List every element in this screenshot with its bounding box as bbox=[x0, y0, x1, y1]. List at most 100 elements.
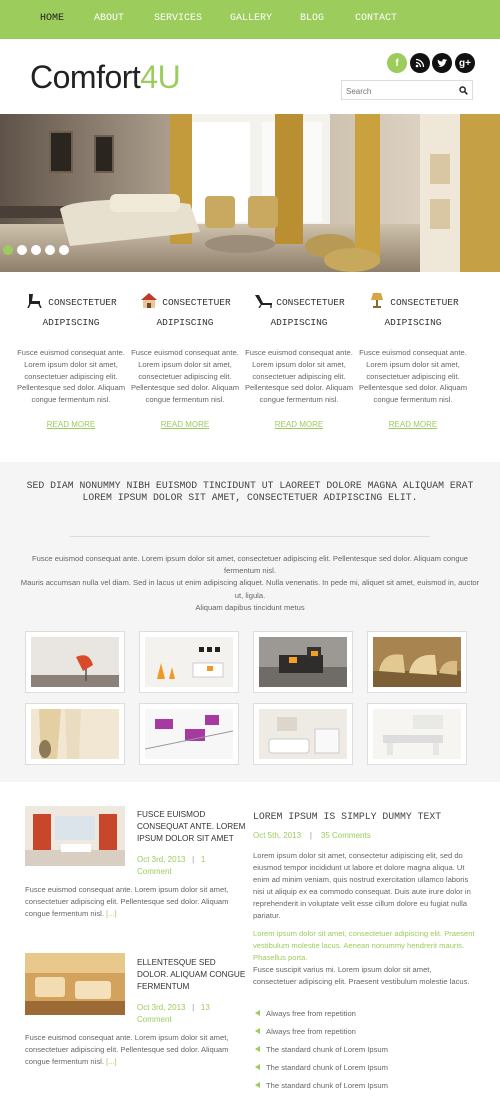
post-more-link[interactable]: [...] bbox=[106, 909, 117, 918]
slider-dot-4[interactable] bbox=[45, 245, 55, 255]
post-excerpt: Fusce euismod consequat ante. Lorem ipsu… bbox=[25, 1032, 247, 1068]
rss-icon[interactable] bbox=[410, 53, 430, 73]
post-thumbnail[interactable] bbox=[25, 806, 125, 866]
intro-line: Mauris accumsan nulla vel diam. Sed in l… bbox=[20, 578, 480, 600]
read-more-link[interactable]: READ MORE bbox=[47, 420, 95, 429]
list-item: The standard chunk of Lorem Ipsum bbox=[255, 1063, 388, 1072]
nav-services[interactable]: SERVICES bbox=[154, 13, 202, 24]
feature-title-line2: ADIPISCING bbox=[156, 317, 214, 328]
search-icon[interactable] bbox=[459, 86, 468, 95]
hero-image bbox=[0, 114, 500, 272]
post-more-link[interactable]: [...] bbox=[106, 1057, 117, 1066]
nav-blog[interactable]: BLOG bbox=[300, 13, 324, 24]
search-input[interactable] bbox=[342, 82, 460, 101]
meta-separator: | bbox=[309, 831, 312, 840]
logo[interactable]: Comfort4U bbox=[30, 57, 181, 97]
post-comments-link[interactable]: Comment bbox=[137, 867, 172, 876]
gallery-thumb[interactable] bbox=[25, 631, 125, 693]
features-section: CONSECTETUER ADIPISCING Fusce euismod con… bbox=[0, 272, 500, 462]
gallery-thumb[interactable] bbox=[25, 703, 125, 765]
list-item: Always free from repetition bbox=[255, 1009, 356, 1018]
article-highlight: Lorem ipsum dolor sit amet, consectetuer… bbox=[253, 929, 475, 962]
post-meta: Oct 3rd, 2013 | 1 Comment bbox=[137, 854, 249, 878]
facebook-icon[interactable]: f bbox=[387, 53, 407, 73]
gallery-image bbox=[31, 709, 119, 759]
meta-separator: | bbox=[192, 855, 195, 864]
feature-1: CONSECTETUER ADIPISCING Fusce euismod con… bbox=[14, 272, 128, 432]
feature-title-line2: ADIPISCING bbox=[384, 317, 442, 328]
feature-title-line2: ADIPISCING bbox=[270, 317, 328, 328]
feature-4: CONSECTETUER ADIPISCING Fusce euismod con… bbox=[356, 272, 470, 432]
gallery-image bbox=[259, 709, 347, 759]
list-item: The standard chunk of Lorem Ipsum bbox=[255, 1045, 388, 1054]
feature-title: CONSECTETUER ADIPISCING bbox=[242, 292, 356, 333]
intro-line: Aliquam dapibus tincidunt metus bbox=[195, 602, 305, 612]
read-more-link[interactable]: READ MORE bbox=[275, 420, 323, 429]
post-comments-link[interactable]: Comment bbox=[137, 1015, 172, 1024]
post-title[interactable]: FUSCE EUISMOD CONSEQUAT ANTE. LOREM IPSU… bbox=[137, 809, 249, 845]
post-excerpt-text: Fusce euismod consequat ante. Lorem ipsu… bbox=[25, 885, 229, 918]
post-title[interactable]: ELLENTESQUE SED DOLOR. ALIQUAM CONGUE FE… bbox=[137, 957, 249, 993]
slider-dot-1[interactable] bbox=[3, 245, 13, 255]
gallery-image bbox=[31, 637, 119, 687]
nav-gallery[interactable]: GALLERY bbox=[230, 13, 272, 24]
intro-line: Fusce euismod consequat ante. Lorem ipsu… bbox=[31, 554, 469, 576]
post-comments-count[interactable]: 13 bbox=[201, 1003, 210, 1012]
nav-contact[interactable]: CONTACT bbox=[355, 13, 397, 24]
feature-text: Fusce euismod consequat ante. Lorem ipsu… bbox=[130, 348, 240, 405]
post-thumbnail[interactable] bbox=[25, 953, 125, 1015]
feature-title-line1: CONSECTETUER bbox=[48, 297, 117, 308]
logo-accent: 4U bbox=[140, 59, 181, 95]
header: Comfort4U f g+ bbox=[0, 39, 500, 114]
post-date: Oct 3rd, 2013 bbox=[137, 855, 186, 864]
twitter-glyph bbox=[437, 58, 447, 67]
gallery-thumb[interactable] bbox=[139, 703, 239, 765]
gallery-thumb[interactable] bbox=[253, 631, 353, 693]
feature-3: CONSECTETUER ADIPISCING Fusce euismod con… bbox=[242, 272, 356, 432]
article-paragraph: Lorem ipsum dolor sit amet, consectetur … bbox=[253, 851, 471, 920]
read-more-link[interactable]: READ MORE bbox=[161, 420, 209, 429]
feature-title-line1: CONSECTETUER bbox=[390, 297, 459, 308]
slider-dot-5[interactable] bbox=[59, 245, 69, 255]
feature-title-line1: CONSECTETUER bbox=[276, 297, 345, 308]
house-icon bbox=[141, 293, 158, 308]
post-image bbox=[25, 806, 125, 866]
feature-title: CONSECTETUER ADIPISCING bbox=[128, 292, 242, 333]
post-image bbox=[25, 953, 125, 1015]
post-comments-count[interactable]: 1 bbox=[201, 855, 205, 864]
list-item: The standard chunk of Lorem Ipsum bbox=[255, 1081, 388, 1090]
feature-title-line1: CONSECTETUER bbox=[162, 297, 231, 308]
post-meta: Oct 3rd, 2013 | 13 Comment bbox=[137, 1002, 249, 1026]
slider-dot-3[interactable] bbox=[31, 245, 41, 255]
gallery-thumb[interactable] bbox=[367, 631, 467, 693]
article-date: Oct 5th, 2013 bbox=[253, 831, 302, 840]
meta-separator: | bbox=[192, 1003, 195, 1012]
post-date: Oct 3rd, 2013 bbox=[137, 1003, 186, 1012]
gallery-image bbox=[145, 709, 233, 759]
logo-text: Comfort bbox=[30, 59, 141, 95]
gallery-thumb[interactable] bbox=[253, 703, 353, 765]
intro-heading-line2: LOREM IPSUM DOLOR SIT AMET, CONSECTETUER… bbox=[82, 492, 418, 503]
gallery-thumb[interactable] bbox=[367, 703, 467, 765]
lounge-chair-icon bbox=[255, 295, 273, 308]
list-item: Always free from repetition bbox=[255, 1027, 356, 1036]
gallery-image bbox=[373, 637, 461, 687]
gallery-image bbox=[373, 709, 461, 759]
twitter-icon[interactable] bbox=[432, 53, 452, 73]
nav-home[interactable]: HOME bbox=[40, 13, 64, 24]
nav-about[interactable]: ABOUT bbox=[94, 13, 124, 24]
feature-title: CONSECTETUER ADIPISCING bbox=[356, 292, 470, 333]
top-nav: HOME ABOUT SERVICES GALLERY BLOG CONTACT bbox=[0, 0, 500, 39]
feature-text: Fusce euismod consequat ante. Lorem ipsu… bbox=[244, 348, 354, 405]
feature-title-line2: ADIPISCING bbox=[42, 317, 100, 328]
gallery-thumb[interactable] bbox=[139, 631, 239, 693]
feature-title: CONSECTETUER ADIPISCING bbox=[14, 292, 128, 333]
googleplus-icon[interactable]: g+ bbox=[455, 53, 475, 73]
read-more-link[interactable]: READ MORE bbox=[389, 420, 437, 429]
slider-dot-2[interactable] bbox=[17, 245, 27, 255]
article-meta: Oct 5th, 2013 | 35 Comments bbox=[253, 830, 473, 842]
article-comments-link[interactable]: 35 Comments bbox=[321, 831, 371, 840]
lamp-icon bbox=[371, 293, 384, 308]
post-excerpt: Fusce euismod consequat ante. Lorem ipsu… bbox=[25, 884, 247, 920]
rss-glyph bbox=[415, 58, 425, 68]
